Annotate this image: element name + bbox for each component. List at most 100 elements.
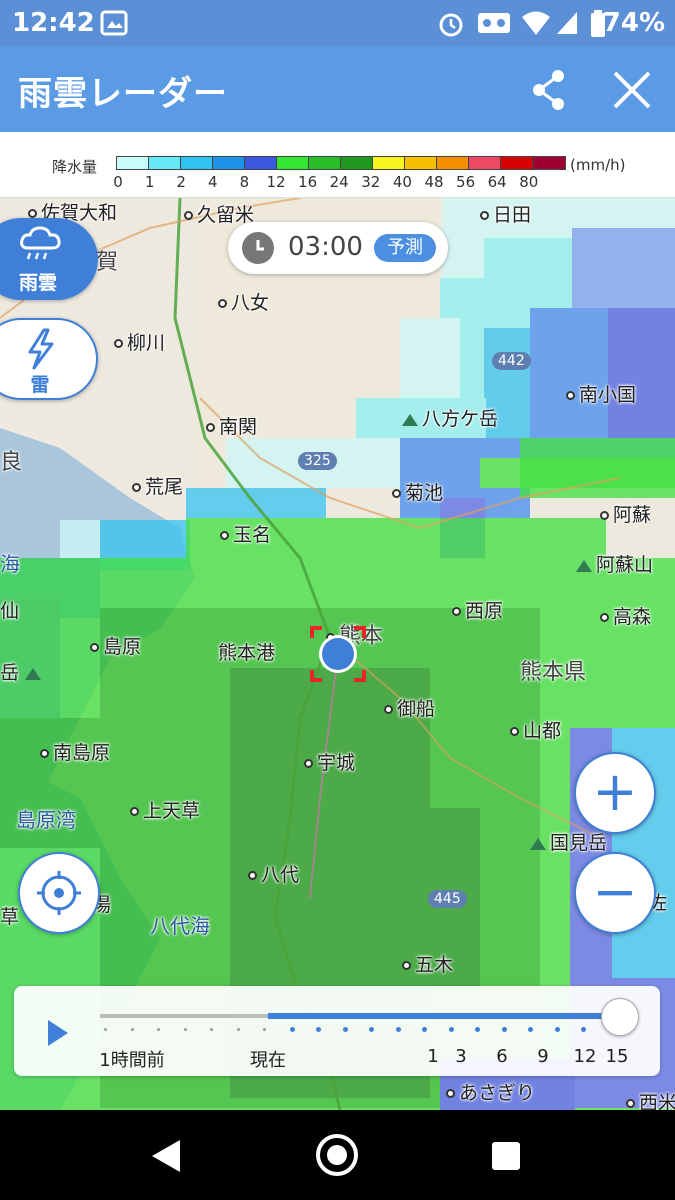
place-kunimidake: 国見岳 <box>530 828 607 855</box>
timeline-slider-handle[interactable] <box>601 998 639 1036</box>
timeline-tick <box>236 1028 240 1031</box>
route-445: 445 <box>428 890 467 908</box>
legend-tick-label: 80 <box>519 173 539 191</box>
legend-swatch <box>373 157 405 169</box>
legend-swatch <box>405 157 437 169</box>
thunder-mode-button[interactable]: 雷 <box>0 318 98 400</box>
rain-cloud-icon <box>20 226 61 260</box>
minus-icon: − <box>592 860 638 923</box>
legend-tick-label: 56 <box>456 173 476 191</box>
place-uki: 宇城 <box>304 748 355 775</box>
place-nishime: 西米 <box>626 1088 675 1110</box>
thunder-mode-label: 雷 <box>30 374 50 396</box>
legend-swatch <box>149 157 181 169</box>
plus-icon: + <box>592 760 638 823</box>
place-yatsushiro-sea: 八代海 <box>150 914 210 938</box>
place-nankan: 南関 <box>206 412 257 439</box>
recent-apps-icon[interactable] <box>492 1142 520 1170</box>
wifi-icon <box>522 11 550 35</box>
legend-unit: (mm/h) <box>570 156 626 174</box>
timeline-tick <box>210 1028 213 1031</box>
timeline-past-track <box>100 1014 268 1018</box>
signal-icon <box>557 12 577 34</box>
play-icon[interactable] <box>48 1020 68 1046</box>
timeline-tick <box>130 1028 134 1031</box>
home-icon[interactable] <box>316 1134 358 1176</box>
place-tamana: 玉名 <box>220 520 271 547</box>
place-hita: 日田 <box>480 200 531 227</box>
forecast-time-display: 03:00 予測 <box>228 222 448 274</box>
place-asagiri: あさぎり <box>446 1078 535 1105</box>
status-bar: 12:42 74% <box>0 0 675 46</box>
timeline-panel: 1時間前 現在 1 3 6 9 12 15 <box>14 986 660 1076</box>
legend-tick-label: 64 <box>487 173 507 191</box>
legend-swatch <box>245 157 277 169</box>
page-title: 雨雲レーダー <box>18 74 228 114</box>
lightning-icon <box>28 328 54 370</box>
timeline-label-now: 現在 <box>250 1050 286 1071</box>
crosshair-icon <box>37 871 81 915</box>
route-442: 442 <box>492 352 531 370</box>
back-icon[interactable] <box>152 1140 180 1172</box>
place-arao: 荒尾 <box>132 472 183 499</box>
rain-cloud-mode-label: 雨雲 <box>18 272 57 294</box>
timeline-tick <box>316 1027 321 1032</box>
legend-swatch <box>309 157 341 169</box>
timeline-tick <box>183 1028 187 1031</box>
place-kamiamakusa: 上天草 <box>130 796 200 823</box>
close-icon[interactable] <box>610 68 654 112</box>
place-ga: 賀 <box>96 250 119 275</box>
place-mifune: 御船 <box>384 694 435 721</box>
legend-tick-label: 24 <box>329 173 349 191</box>
place-yamato: 山都 <box>510 716 561 743</box>
place-yanagawa: 柳川 <box>114 328 165 355</box>
legend-swatch <box>181 157 213 169</box>
place-yame: 八女 <box>218 288 269 315</box>
legend-tick-label: 16 <box>298 173 318 191</box>
zoom-in-button[interactable]: + <box>574 752 656 834</box>
legend-color-scale <box>116 156 566 170</box>
legend-tick-label: 2 <box>176 173 186 191</box>
voicemail-icon <box>478 13 510 33</box>
timeline-tick <box>554 1027 560 1032</box>
timeline-label-3: 3 <box>455 1046 467 1067</box>
system-nav-bar <box>0 1110 675 1200</box>
timeline-label-6: 6 <box>496 1046 508 1067</box>
timeline-label-1h-ago: 1時間前 <box>99 1050 165 1071</box>
place-nishihara: 西原 <box>452 596 503 623</box>
timeline-label-15: 15 <box>605 1046 629 1067</box>
legend-tick-label: 48 <box>424 173 444 191</box>
place-minamishimabara: 南島原 <box>40 738 110 765</box>
share-icon[interactable] <box>528 68 572 112</box>
timeline-tick <box>289 1027 295 1032</box>
clock-icon <box>242 232 274 264</box>
place-ra: 良 <box>0 450 23 475</box>
rain-cloud-mode-button[interactable]: 雨雲 <box>0 218 98 300</box>
timeline-tick <box>369 1027 374 1032</box>
place-sen: 仙 <box>0 600 20 622</box>
battery-percentage: 74% <box>602 8 665 38</box>
status-time: 12:42 <box>12 8 95 38</box>
legend-tick-label: 8 <box>239 173 250 191</box>
legend-tick-label: 1 <box>144 173 155 191</box>
alarm-icon <box>439 13 463 37</box>
place-aso: 阿蘇 <box>600 500 651 527</box>
place-yatsushiro: 八代 <box>248 860 299 887</box>
app-bar: 雨雲レーダー <box>0 46 675 132</box>
legend-swatch <box>501 157 533 169</box>
timeline-tick <box>395 1027 401 1032</box>
timeline-label-1: 1 <box>427 1046 439 1067</box>
current-location-button[interactable] <box>18 852 100 934</box>
legend-swatch <box>533 157 565 169</box>
timeline-label-9: 9 <box>537 1046 549 1067</box>
place-kumamoto-port: 熊本港 <box>218 642 276 664</box>
place-kusa: 草 <box>0 906 20 928</box>
place-itsuki: 五木 <box>402 950 453 977</box>
zoom-out-button[interactable]: − <box>574 852 656 934</box>
legend-ticks: 0 1 2 4 8 12 16 24 32 40 48 56 64 80 <box>0 173 675 193</box>
timeline-tick <box>157 1028 160 1031</box>
timeline-tick <box>342 1027 348 1032</box>
place-shimabara-bay: 島原湾 <box>16 808 76 832</box>
legend-swatch <box>341 157 373 169</box>
timeline-tick <box>422 1027 427 1032</box>
